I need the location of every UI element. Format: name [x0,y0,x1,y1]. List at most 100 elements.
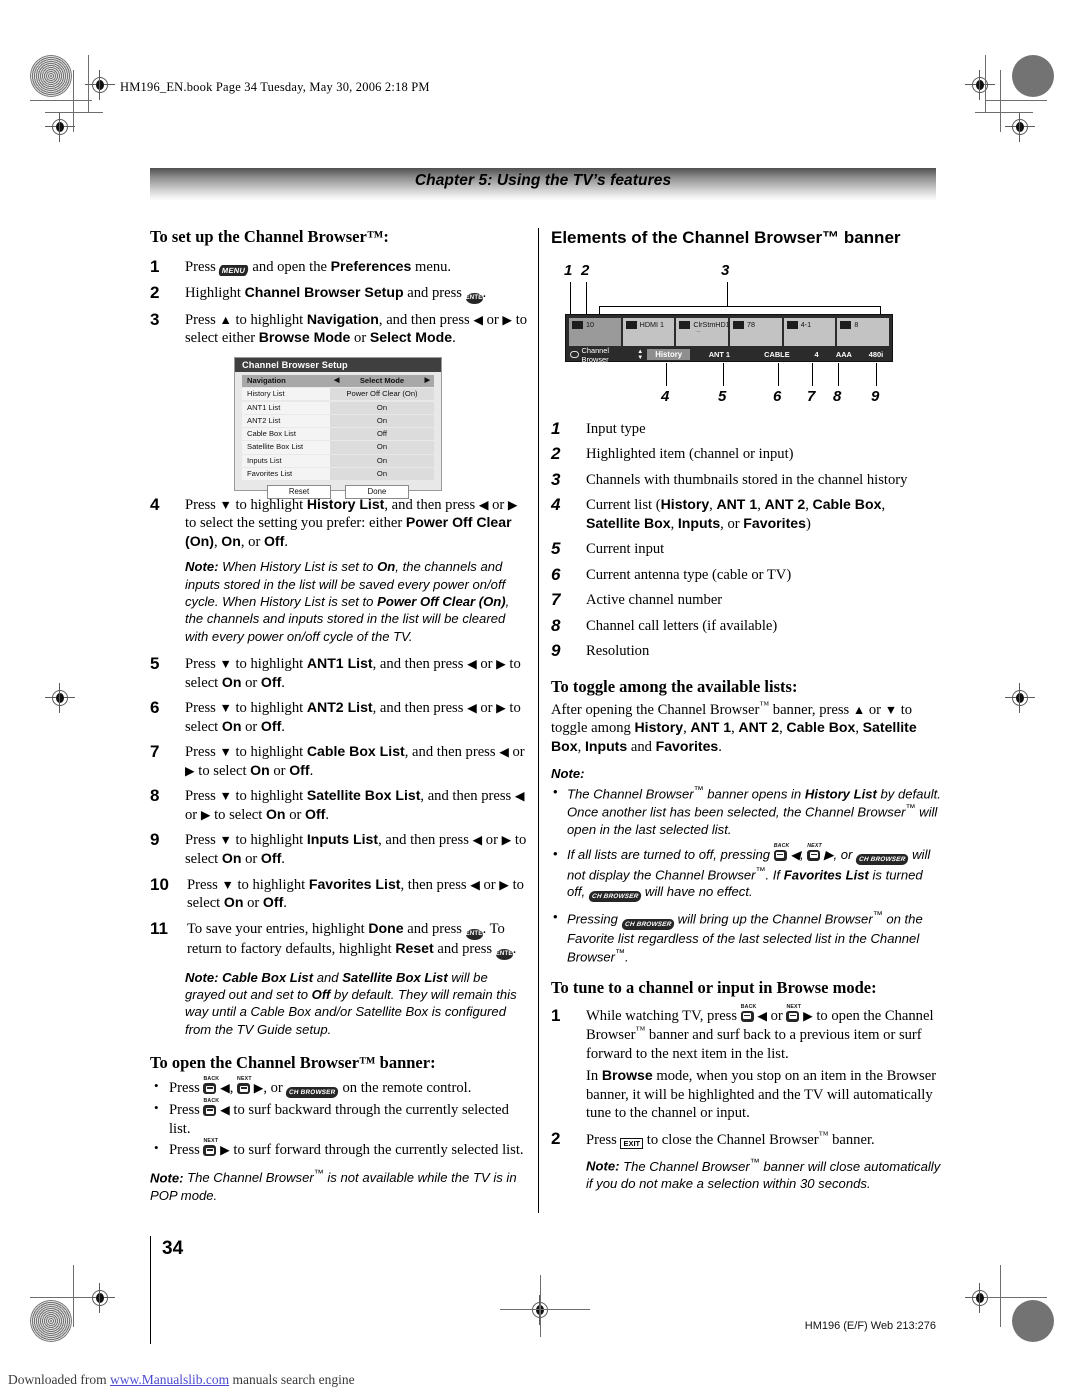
browse-step-1b: In Browse mode, when you stop on an item… [586,1067,937,1122]
registration-mark-top-left [85,70,115,100]
banner-tile-4[interactable]: 4-1 [783,318,836,346]
step-text: Press ▼ to highlight Satellite Box List,… [185,787,525,823]
banner-current-input: ANT 1 [708,350,731,359]
note-label: Note: Cable Box List [185,969,314,985]
setup-row-label: ANT2 List [242,414,330,428]
registration-mark-top-right-inner [1005,112,1035,142]
ch-next-key-icon: NEXT [807,843,822,861]
setup-row-ant2-list[interactable]: ANT2 List On [242,414,434,428]
step-number: 1 [551,1005,561,1025]
ch-back-key-icon: BACK [740,1004,756,1022]
step-4: 4 Press ▼ to highlight History List, and… [150,494,530,552]
legend-item-6: 6 Current antenna type (cable or TV) [551,565,941,585]
setup-row-satellite-box-list[interactable]: Satellite Box List On [242,441,434,454]
banner-tile-3[interactable]: 78 [730,318,782,346]
note-label: Note: [185,559,219,575]
bullet-surf-forward: Press NEXT ▶ to surf forward through the… [150,1138,530,1160]
step-8: 8 Press ▼ to highlight Satellite Box Lis… [150,786,530,824]
crop-line-bc-v [540,1275,541,1337]
leader-line-8 [838,363,839,386]
setup-row-history-list[interactable]: History List Power Off Clear (On) [242,388,434,401]
banner-brand-label: Channel Browser [581,345,610,364]
halftone-circle-top-right [1012,55,1054,97]
legend-number: 8 [551,615,561,635]
manualslib-link[interactable]: www.Manualslib.com [110,1372,229,1387]
ch-back-key-icon: BACK [773,843,789,861]
crop-line-br-h [985,1297,1047,1298]
legend-text: Resolution [586,643,650,660]
legend-number: 4 [551,495,561,515]
ch-next-key-icon: NEXT [237,1076,251,1095]
banner-tile-1[interactable]: HDMI 1 [622,318,675,346]
setup-row-label: Satellite Box List [242,441,330,454]
step-number: 5 [150,654,160,674]
crop-line-tr2-v [985,55,986,113]
up-down-icon: ▲ ▼ [637,348,644,361]
crop-line-tr2-h [975,112,1033,113]
ch-browser-key-icon: CH BROWSER [588,891,643,903]
step-3: 3 Press ▲ to highlight Navigation, and t… [150,310,530,348]
crop-line-tl2-h [45,112,103,113]
banner-tile-2[interactable]: ClrStmHD1 — [676,318,730,346]
banner-tile-5[interactable]: 8 [837,318,890,346]
step-2: 2 Highlight Channel Browser Setup and pr… [150,283,530,304]
legend-item-2: 2 Highlighted item (channel or input) [551,444,941,464]
step-number: 2 [551,1128,561,1148]
banner-current-list[interactable]: History [647,349,691,360]
download-attribution: Downloaded from www.Manualslib.com manua… [8,1372,355,1388]
crop-line-tl-h [30,100,92,101]
banner-tile-label: 4-1 [800,319,812,329]
antenna-icon [786,320,798,329]
browse-step-2: 2 Press EXIT to close the Channel Browse… [551,1128,941,1149]
column-divider [538,228,539,1213]
setup-row-navigation[interactable]: Navigation ◀ Select Mode ▶ [242,375,434,388]
done-button[interactable]: Done [345,485,409,500]
right-arrow-icon: ▶ [424,377,430,384]
legend-number: 5 [551,539,561,559]
legend-item-4: 4 Current list (History, ANT 1, ANT 2, C… [551,495,941,533]
banner-status-bar: Channel Browser ▲ ▼ History ANT 1 CABLE 4… [566,345,892,364]
note-label: Note: [586,1158,620,1174]
toggle-note-2: If all lists are turned to off, pressing… [551,843,941,903]
crop-line-tl2-v [88,55,89,113]
satellite-icon [733,320,745,329]
leader-line-7 [812,363,813,386]
legend-text: Channels with thumbnails stored in the c… [586,471,908,488]
banner-tile-0[interactable]: 10 [569,318,621,346]
setup-row-inputs-list[interactable]: Inputs List On [242,454,434,467]
crop-line-bl-h [30,1297,92,1298]
menu-key-icon: MENU [218,264,250,276]
setup-row-ant1-list[interactable]: ANT1 List On [242,401,434,414]
note-body: When History List is set to On, the chan… [185,559,510,644]
step-number: 4 [150,494,160,514]
toggle-note-3: Pressing CH BROWSER will bring up the Ch… [551,908,941,966]
setup-row-value: On [330,414,434,428]
callout-2: 2 [581,262,590,279]
step-number: 7 [150,742,160,762]
legend-item-1: 1 Input type [551,419,941,439]
setup-row-value: ◀ Select Mode ▶ [330,375,434,388]
leader-line-9 [876,363,877,386]
setup-menu-title: Channel Browser Setup [235,358,441,372]
setup-row-label: History List [242,388,330,401]
setup-row-cable-box-list[interactable]: Cable Box List Off [242,428,434,441]
book-header-line: HM196_EN.book Page 34 Tuesday, May 30, 2… [120,80,430,94]
step-number: 1 [150,256,160,276]
note-cable-box-list: Note: Cable Box List and Satellite Box L… [185,969,530,1039]
legend-item-8: 8 Channel call letters (if available) [551,615,941,636]
antenna-icon [572,320,583,329]
setup-row-value: On [330,454,434,467]
toggle-body: After opening the Channel Browser™ banne… [551,699,917,755]
crop-line-tr-h [985,100,1047,101]
reset-button[interactable]: Reset [267,485,331,500]
enter-key-icon: ENTER [465,292,487,304]
crop-line-bl-v [73,1265,74,1327]
step-text: Press EXIT to close the Channel Browser™… [586,1129,875,1149]
halftone-circle-bottom-left [30,1300,72,1342]
callout-3: 3 [721,262,730,279]
setup-row-favorites-list[interactable]: Favorites List On [242,467,434,481]
step-text: Press ▼ to highlight ANT1 List, and then… [185,655,521,691]
legend-number: 7 [551,590,561,610]
download-pre: Downloaded from [8,1372,110,1387]
chapter-title: Chapter 5: Using the TV’s features [414,172,672,189]
